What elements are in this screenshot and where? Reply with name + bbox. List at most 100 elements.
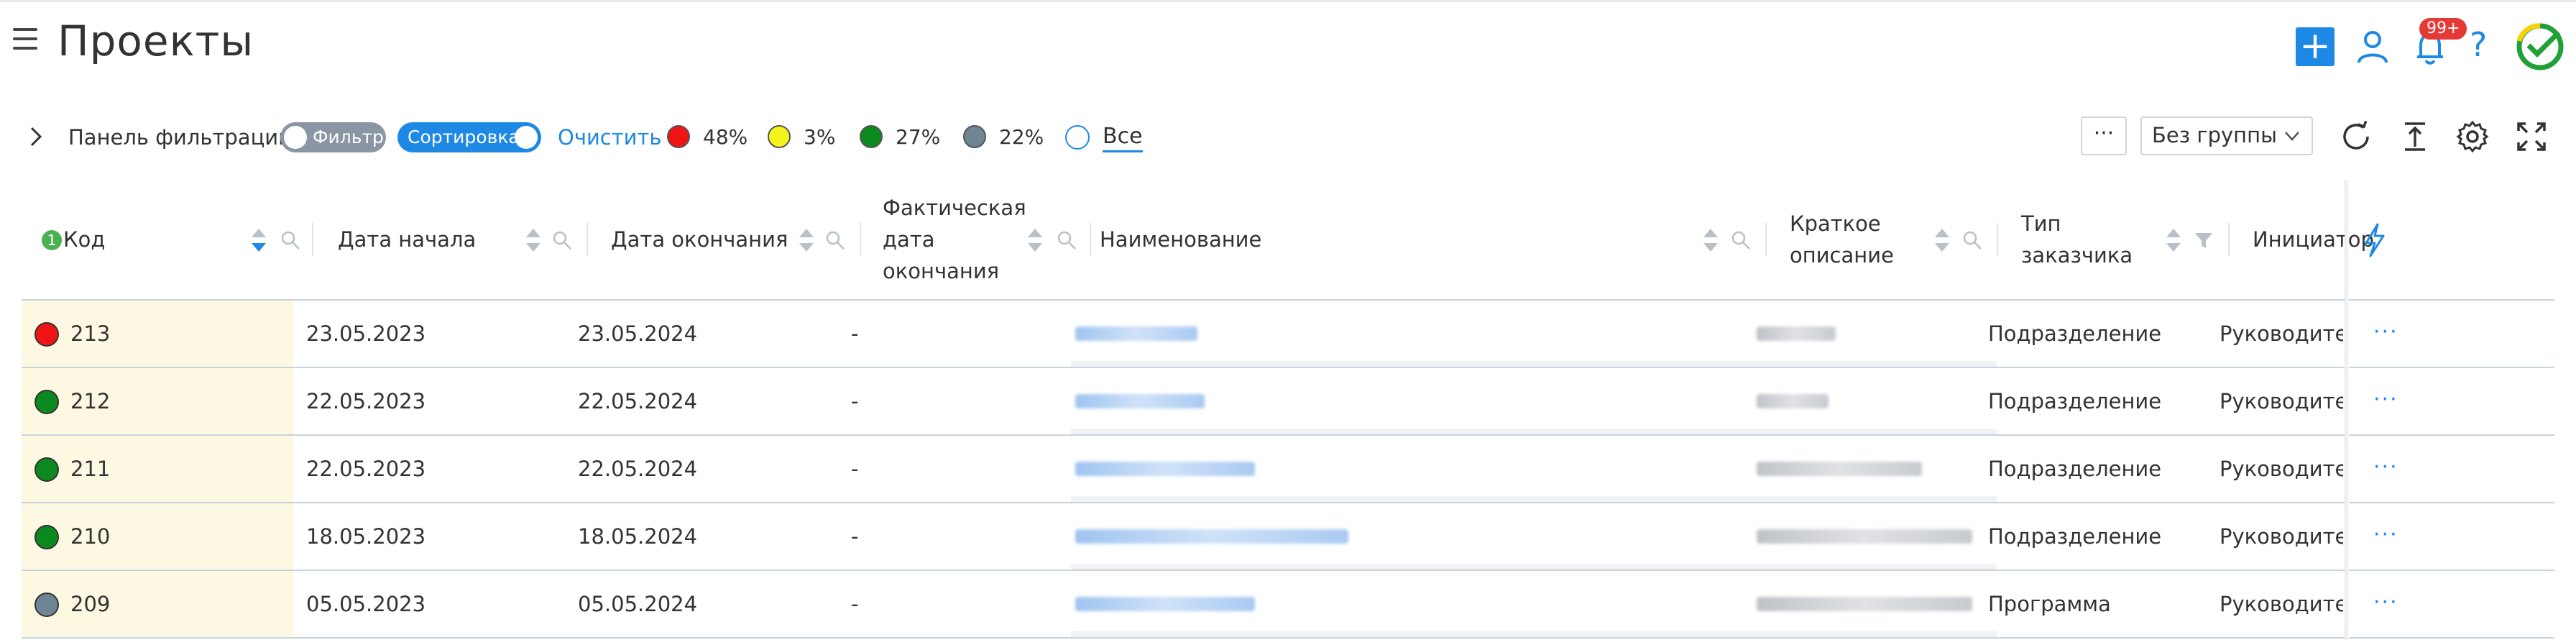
filter-icon[interactable] [2194,230,2214,250]
sort-icon[interactable] [1933,226,1951,255]
gear-icon[interactable] [2455,119,2490,154]
col-header-end-date[interactable]: Дата окончания [588,180,861,299]
lightning-icon[interactable] [2362,223,2388,257]
row-separator-shade [1071,361,1997,367]
status-dot [34,390,59,414]
row-actions-button[interactable]: ··· [2373,301,2398,367]
status-dot [34,457,59,482]
col-header-customer-type[interactable]: Тип заказчика [1998,180,2230,299]
group-select[interactable]: Без группы [2140,116,2313,155]
cell-customer-type: Подразделение [1988,321,2162,346]
all-status-label: Все [1103,124,1143,152]
cell-start-date: 05.05.2023 [306,592,426,616]
group-select-value: Без группы [2152,123,2277,147]
status-percent: 22% [999,125,1044,149]
sort-icon[interactable] [525,226,542,255]
sort-icon[interactable] [250,226,267,255]
help-icon[interactable]: ? [2470,25,2487,64]
refresh-icon[interactable] [2339,119,2373,154]
status-dot-red [667,125,690,148]
row-separator-shade [1071,564,1997,570]
cell-code: 212 [70,389,111,413]
status-dot-gray [963,125,986,148]
cell-short-desc-redacted [1757,597,1972,611]
cell-initiator: Руководител [2220,592,2343,616]
cell-short-desc-redacted [1757,394,1828,408]
col-header-initiator[interactable]: Инициатор [2230,180,2374,299]
cell-end-date: 05.05.2024 [578,592,698,616]
col-customer-type-label: Тип заказчика [2021,211,2133,268]
row-actions-button[interactable]: ··· [2373,368,2398,434]
filter-toggle[interactable]: Фильтр [280,122,386,152]
cell-name-redacted-link[interactable] [1075,462,1255,476]
cell-start-date: 23.05.2023 [306,321,426,346]
table-row[interactable]: 213 23.05.2023 23.05.2024 - Подразделени… [22,301,2554,368]
row-actions-button[interactable]: ··· [2373,571,2398,637]
add-button[interactable]: + [2296,27,2334,66]
col-header-actual-end[interactable]: Фактическая дата окончания [861,180,1091,299]
col-short-desc-label: Краткое описание [1790,211,1894,268]
search-icon[interactable] [1057,230,1077,250]
table-body: 213 23.05.2023 23.05.2024 - Подразделени… [22,301,2554,639]
fullscreen-icon[interactable] [2514,119,2549,154]
app-header: Проекты + 99+ ? [0,2,2576,90]
table-row[interactable]: 211 22.05.2023 22.05.2024 - Подразделени… [22,436,2554,503]
status-dot [34,322,59,347]
cell-start-date: 18.05.2023 [306,524,426,549]
toggle-knob [284,126,307,149]
cell-customer-type: Программа [1988,592,2111,616]
menu-icon[interactable] [13,28,37,50]
cell-start-date: 22.05.2023 [306,389,426,413]
cell-name-redacted-link[interactable] [1075,394,1205,408]
cell-code: 209 [70,592,111,616]
clear-link[interactable]: Очистить [558,125,661,150]
cell-actual-end: - [851,457,859,481]
export-icon[interactable] [2398,119,2432,154]
search-icon[interactable] [1731,230,1751,250]
more-button[interactable]: ··· [2081,116,2127,155]
code-cell-background [22,436,293,502]
col-start-date-label: Дата начала [338,227,477,252]
cell-name-redacted-link[interactable] [1075,529,1348,544]
sort-icon[interactable] [2165,226,2182,255]
cell-customer-type: Подразделение [1988,457,2162,481]
cell-actual-end: - [851,389,859,413]
col-header-name[interactable]: Наименование [1091,180,1767,299]
col-header-start-date[interactable]: Дата начала [315,180,588,299]
cell-actual-end: - [851,524,859,549]
status-dot [34,525,59,549]
cell-end-date: 22.05.2024 [578,457,698,481]
search-icon[interactable] [825,230,845,250]
cell-start-date: 22.05.2023 [306,457,426,481]
table-row[interactable]: 212 22.05.2023 22.05.2024 - Подразделени… [22,368,2554,436]
sort-icon[interactable] [1702,226,1719,255]
cell-name-redacted-link[interactable] [1075,326,1197,341]
cell-initiator: Руководител [2220,457,2343,481]
col-name-label: Наименование [1100,227,1262,252]
sort-icon[interactable] [1026,226,1044,255]
col-actual-end-label: Фактическая дата окончания [883,196,1026,283]
row-actions-button[interactable]: ··· [2373,436,2398,502]
code-cell-background [22,301,293,367]
table-row[interactable]: 210 18.05.2023 18.05.2024 - Подразделени… [22,503,2554,571]
row-separator-shade [1071,429,1997,434]
col-initiator-label: Инициатор [2253,227,2374,252]
col-header-code[interactable]: 1 Код [42,180,313,299]
cell-code: 213 [70,321,111,346]
search-icon[interactable] [280,230,300,250]
sort-toggle[interactable]: Сортировка [397,122,541,152]
projects-table: 1 Код Дата начала Дата окончания Фактиче… [22,180,2554,640]
status-dot [34,593,59,617]
chevron-down-icon [2285,132,2299,141]
search-icon[interactable] [1962,230,1982,250]
row-actions-button[interactable]: ··· [2373,503,2398,570]
table-row[interactable]: 209 05.05.2023 05.05.2024 - Программа Ру… [22,571,2554,639]
cell-customer-type: Подразделение [1988,524,2162,549]
user-icon[interactable] [2356,29,2389,64]
search-icon[interactable] [552,230,572,250]
chevron-right-icon[interactable] [23,124,49,150]
cell-name-redacted-link[interactable] [1075,597,1255,611]
filter-panel-label: Панель фильтрации [68,125,292,150]
col-header-short-desc[interactable]: Краткое описание [1767,180,1998,299]
sort-icon[interactable] [798,226,815,255]
